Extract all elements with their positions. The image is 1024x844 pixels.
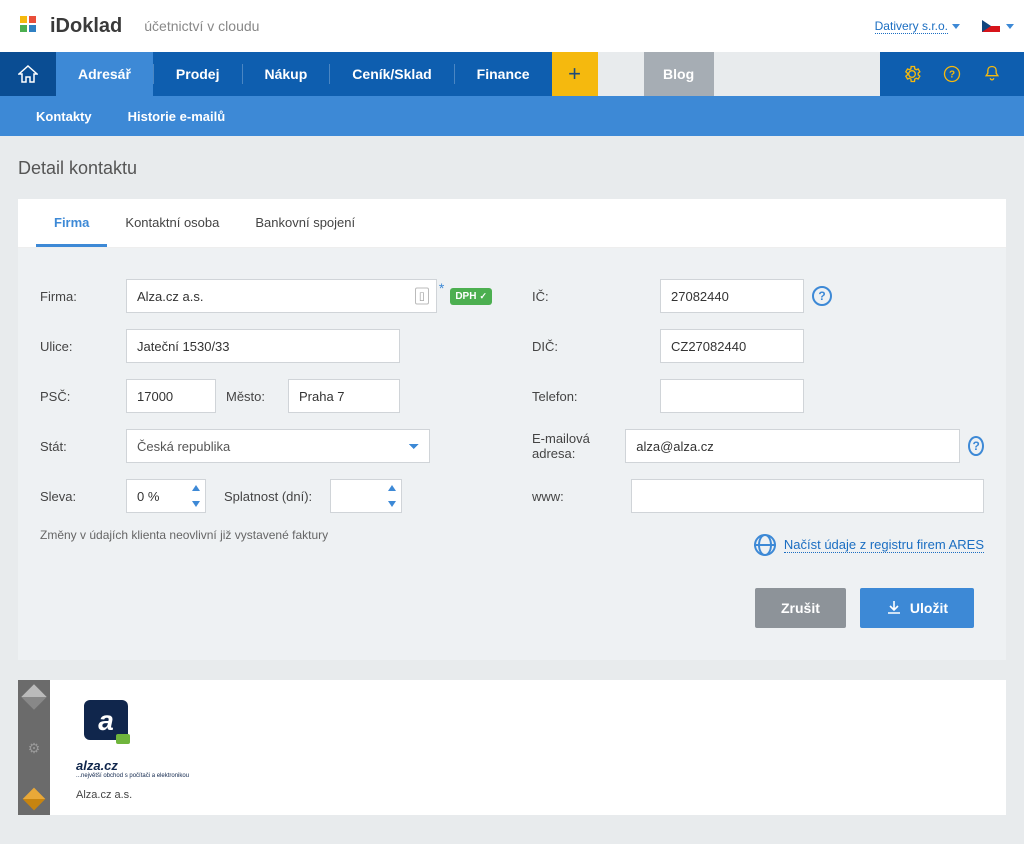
globe-icon <box>754 534 776 556</box>
stepper-up[interactable] <box>187 480 205 496</box>
input-dic[interactable] <box>660 329 804 363</box>
cube-icon[interactable] <box>21 684 46 709</box>
input-ic[interactable] <box>660 279 804 313</box>
input-ulice[interactable] <box>126 329 400 363</box>
help-button[interactable]: ? <box>942 64 962 84</box>
cancel-button[interactable]: Zrušit <box>755 588 846 628</box>
top-bar: iDoklad účetnictví v cloudu Dativery s.r… <box>0 0 1024 52</box>
subnav-historie[interactable]: Historie e-mailů <box>110 96 244 136</box>
related-card: ⚙ a alza.cz ...největší obchod s počítač… <box>18 680 1006 815</box>
input-telefon[interactable] <box>660 379 804 413</box>
label-ulice: Ulice: <box>40 339 126 354</box>
account-name: Dativery s.r.o. <box>875 19 948 34</box>
input-email[interactable] <box>625 429 960 463</box>
label-stat: Stát: <box>40 439 126 454</box>
settings-button[interactable] <box>902 64 922 84</box>
detail-card: Firma Kontaktní osoba Bankovní spojení F… <box>18 199 1006 660</box>
tab-kontaktni-osoba[interactable]: Kontaktní osoba <box>107 199 237 247</box>
ares-link[interactable]: Načíst údaje z registru firem ARES <box>532 534 984 556</box>
nav-cenik[interactable]: Ceník/Sklad <box>330 52 453 96</box>
label-psc: PSČ: <box>40 389 126 404</box>
footer-company-name: Alza.cz a.s. <box>76 789 189 801</box>
detail-tabs: Firma Kontaktní osoba Bankovní spojení <box>18 199 1006 248</box>
save-icon <box>886 600 902 616</box>
logo-icon <box>18 14 42 38</box>
nav-finance[interactable]: Finance <box>455 52 552 96</box>
footer-brand: alza.cz <box>76 758 189 773</box>
label-ic: IČ: <box>532 289 660 304</box>
chevron-down-icon <box>952 24 960 29</box>
label-mesto: Město: <box>226 389 278 404</box>
alza-logo: a <box>76 694 136 754</box>
gear-icon <box>902 64 922 84</box>
input-psc[interactable] <box>126 379 216 413</box>
tab-bankovni-spojeni[interactable]: Bankovní spojení <box>237 199 373 247</box>
help-icon: ? <box>942 64 962 84</box>
card-icon: ▯ <box>415 288 429 305</box>
page-title: Detail kontaktu <box>18 158 1006 179</box>
notifications-button[interactable] <box>982 64 1002 84</box>
label-email: E-mailová adresa: <box>532 431 625 461</box>
flag-cz-icon <box>982 20 1000 32</box>
side-dock: ⚙ <box>18 680 50 815</box>
chevron-down-icon <box>1006 24 1014 29</box>
stepper-down[interactable] <box>187 496 205 512</box>
nav-prodej[interactable]: Prodej <box>154 52 242 96</box>
stepper-up[interactable] <box>383 480 401 496</box>
home-icon <box>18 65 38 83</box>
account-menu[interactable]: Dativery s.r.o. <box>875 19 960 34</box>
label-sleva: Sleva: <box>40 489 126 504</box>
svg-text:a: a <box>98 705 114 736</box>
nav-nakup[interactable]: Nákup <box>243 52 330 96</box>
select-stat[interactable]: Česká republika <box>126 429 430 463</box>
tagline: účetnictví v cloudu <box>144 18 259 34</box>
label-www: www: <box>532 489 631 504</box>
logo[interactable]: iDoklad <box>0 14 122 38</box>
nav-blog[interactable]: Blog <box>644 52 714 96</box>
input-firma[interactable] <box>126 279 437 313</box>
subnav-kontakty[interactable]: Kontakty <box>18 96 110 136</box>
nav-add-button[interactable]: + <box>552 52 598 96</box>
label-splatnost: Splatnost (dní): <box>216 489 320 504</box>
sub-nav: Kontakty Historie e-mailů <box>0 96 1024 136</box>
gear-icon[interactable]: ⚙ <box>28 740 41 757</box>
tab-firma[interactable]: Firma <box>36 199 107 247</box>
logo-text: iDoklad <box>50 15 122 38</box>
label-dic: DIČ: <box>532 339 660 354</box>
label-telefon: Telefon: <box>532 389 660 404</box>
label-firma: Firma: <box>40 289 126 304</box>
help-ic[interactable]: ? <box>812 286 832 306</box>
cube-gold-icon[interactable] <box>23 788 46 811</box>
input-www[interactable] <box>631 479 984 513</box>
svg-text:?: ? <box>949 69 955 80</box>
required-marker: * <box>439 280 444 296</box>
help-email[interactable]: ? <box>968 436 984 456</box>
input-mesto[interactable] <box>288 379 400 413</box>
nav-adresar[interactable]: Adresář <box>56 52 153 96</box>
nav-home[interactable] <box>0 52 56 96</box>
change-note: Změny v údajích klienta neovlivní již vy… <box>40 528 492 542</box>
save-button[interactable]: Uložit <box>860 588 974 628</box>
stepper-down[interactable] <box>383 496 401 512</box>
bell-icon <box>982 64 1002 84</box>
dph-badge: DPH <box>450 288 492 305</box>
footer-brand-sub: ...největší obchod s počítači a elektron… <box>76 773 189 779</box>
language-menu[interactable] <box>982 20 1014 32</box>
main-nav: Adresář Prodej Nákup Ceník/Sklad Finance… <box>0 52 1024 96</box>
